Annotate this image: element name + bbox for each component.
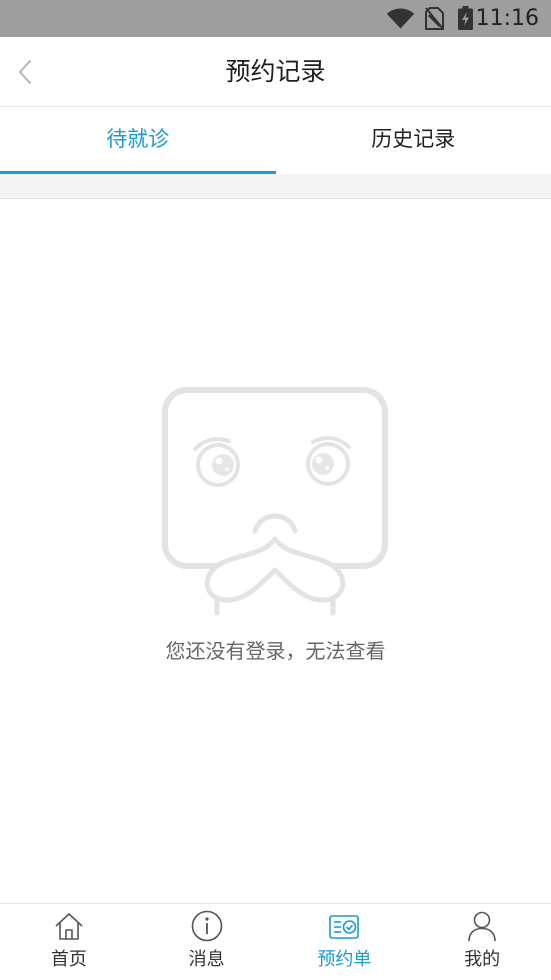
user-icon [466,910,498,942]
tab-pending-label: 待就诊 [106,127,169,151]
header: 预约记录 [0,37,551,107]
nav-label-home: 首页 [0,948,138,972]
nav-label-profile: 我的 [413,948,551,972]
nav-item-messages[interactable]: 消息 [138,904,276,980]
home-icon [53,910,85,942]
nav-item-profile[interactable]: 我的 [413,904,551,980]
status-time: 11:16 [476,5,539,32]
empty-state-message: 您还没有登录，无法查看 [0,636,551,666]
tab-history[interactable]: 历史记录 [276,107,551,174]
wifi-icon [386,8,415,29]
status-bar: 11:16 [0,0,551,37]
nav-item-appointments[interactable]: 预约单 [276,904,414,980]
tab-bar: 待就诊 历史记录 [0,107,551,174]
chevron-left-icon[interactable] [16,59,34,85]
tab-history-label: 历史记录 [371,127,455,151]
nav-label-messages: 消息 [138,948,276,972]
battery-charging-icon [458,6,473,30]
section-divider [0,174,551,199]
sad-face-illustration [155,385,395,617]
tab-pending[interactable]: 待就诊 [0,107,276,174]
no-sim-icon [425,7,444,30]
appointment-icon [328,910,360,942]
nav-label-appointments: 预约单 [276,948,414,972]
info-icon [191,910,223,942]
nav-item-home[interactable]: 首页 [0,904,138,980]
bottom-nav: 首页 消息 预约单 我的 [0,903,551,980]
page-title: 预约记录 [60,37,491,106]
